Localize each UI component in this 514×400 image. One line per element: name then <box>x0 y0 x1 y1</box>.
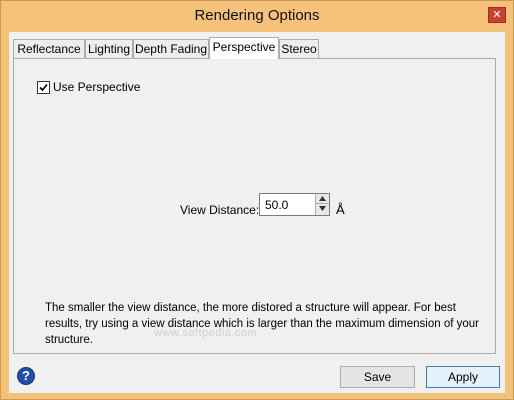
arrow-up-icon <box>319 196 326 201</box>
dialog-client-area: Reflectance Lighting Depth Fading Perspe… <box>9 32 505 393</box>
close-icon: ✕ <box>492 9 502 21</box>
help-icon[interactable]: ? <box>17 367 35 385</box>
apply-button[interactable]: Apply <box>426 366 500 388</box>
spin-down-button[interactable] <box>315 204 329 215</box>
window-title: Rendering Options <box>194 7 320 24</box>
arrow-down-icon <box>319 206 326 211</box>
rendering-options-window: Rendering Options ✕ Reflectance Lighting… <box>0 0 514 400</box>
view-distance-spinbox[interactable]: 50.0 <box>259 193 330 216</box>
view-distance-value[interactable]: 50.0 <box>265 198 288 212</box>
spin-up-button[interactable] <box>315 194 329 204</box>
title-bar[interactable]: Rendering Options ✕ <box>1 1 513 32</box>
use-perspective-checkbox[interactable] <box>37 81 50 94</box>
checkmark-icon <box>39 83 48 92</box>
perspective-tab-panel: Use Perspective View Distance: 50.0 Å Th… <box>13 58 496 354</box>
tab-depth-fading[interactable]: Depth Fading <box>133 39 209 58</box>
watermark: www.softpedia.com <box>154 327 258 339</box>
save-button[interactable]: Save <box>340 366 415 388</box>
close-button[interactable]: ✕ <box>488 7 506 23</box>
view-distance-help-text: The smaller the view distance, the more … <box>45 302 479 346</box>
use-perspective-label: Use Perspective <box>53 80 141 94</box>
tab-reflectance[interactable]: Reflectance <box>13 39 85 58</box>
tab-stereo[interactable]: Stereo <box>279 39 319 58</box>
angstrom-unit-label: Å <box>336 202 345 217</box>
view-distance-label: View Distance: <box>180 203 260 217</box>
tab-lighting[interactable]: Lighting <box>85 39 133 58</box>
tab-perspective[interactable]: Perspective <box>209 37 279 59</box>
